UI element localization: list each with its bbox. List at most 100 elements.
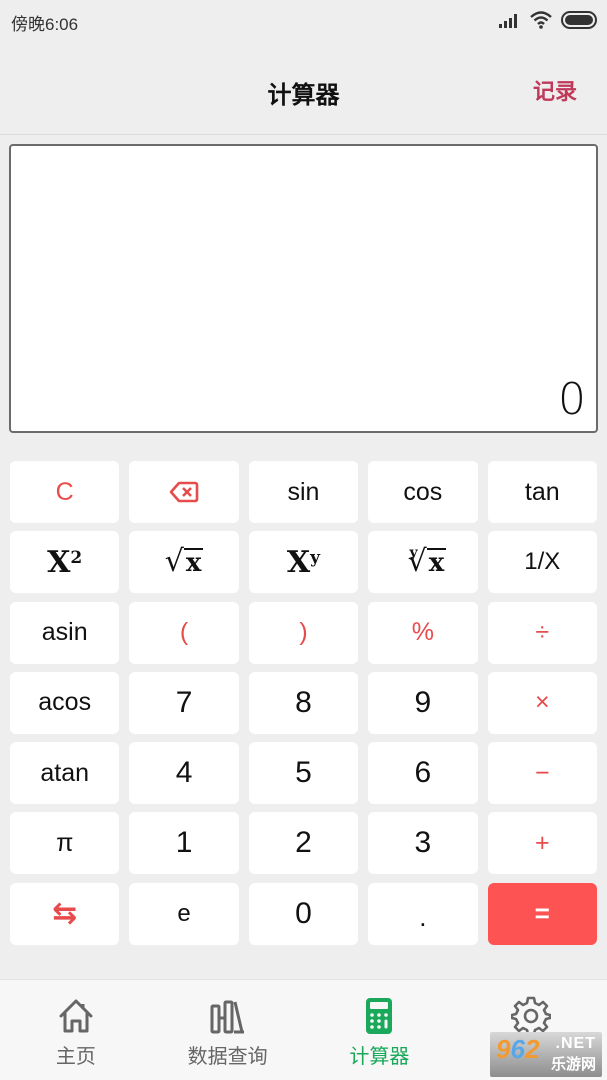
open-paren-key[interactable]: ( <box>129 601 239 664</box>
app-bar: 计算器 记录 <box>0 40 607 135</box>
key-label: cos <box>403 477 443 506</box>
square-key[interactable]: X2 <box>10 531 120 594</box>
nav-tab-home[interactable]: 主页 <box>0 980 152 1080</box>
add-key[interactable]: + <box>487 812 597 875</box>
nth-root-icon: y √ x <box>399 545 447 578</box>
tan-key[interactable]: tan <box>487 461 597 523</box>
key-label: − <box>534 758 550 787</box>
watermark-cn: 乐游网 <box>550 1056 596 1073</box>
nav-tab-calculator[interactable]: 计算器 <box>304 980 456 1080</box>
digit-3-key[interactable]: 3 <box>368 812 478 875</box>
key-label: 7 <box>175 685 193 719</box>
key-label: C <box>55 477 74 506</box>
keypad: Csin cos tan X 2 √ x Xy y √ x 1/X asin()% ÷ acos 7 8 9 × at… <box>10 461 597 945</box>
backspace-icon <box>169 481 199 503</box>
page-title: 计算器 <box>267 82 340 109</box>
key-label: 1/X <box>524 548 561 576</box>
percent-key[interactable]: % <box>368 601 478 664</box>
key-label: ( <box>179 618 189 647</box>
key-label: ÷ <box>535 618 550 647</box>
key-label: = <box>534 898 550 929</box>
status-time: 傍晚6:06 <box>11 15 79 34</box>
key-label: 4 <box>175 756 193 790</box>
key-label: e <box>177 899 191 927</box>
reciprocal-key[interactable]: 1/X <box>487 531 597 594</box>
root-index: y <box>409 545 418 562</box>
digit-8-key[interactable]: 8 <box>248 671 359 734</box>
key-label: asin <box>41 618 88 647</box>
multiply-key[interactable]: × <box>487 671 597 734</box>
digit-9-key[interactable]: 9 <box>368 671 478 734</box>
key-exponent: 2 <box>70 548 83 569</box>
key-label: × <box>534 688 550 717</box>
display-value: 0 <box>558 374 586 425</box>
digit-5-key[interactable]: 5 <box>248 742 359 805</box>
sqrt-key[interactable]: √ x <box>129 531 239 594</box>
key-label: + <box>534 828 550 857</box>
nav-tab-books[interactable]: 数据查询 <box>152 980 304 1080</box>
key-label: atan <box>40 758 90 787</box>
pi-key[interactable]: π <box>10 812 120 875</box>
radicand: x <box>183 548 204 578</box>
books-icon <box>208 996 248 1036</box>
digit-4-key[interactable]: 4 <box>129 742 239 805</box>
watermark: 962 .NET 乐游网 <box>490 1032 602 1077</box>
key-label: 2 <box>295 826 312 860</box>
digit-0-key[interactable]: 0 <box>248 882 359 945</box>
clear-key[interactable]: C <box>10 461 120 523</box>
status-bar: 傍晚6:06 <box>0 0 607 40</box>
key-label: 6 <box>414 756 432 790</box>
calculator-display: 0 <box>9 144 598 433</box>
signal-icon <box>499 14 517 28</box>
nav-label: 计算器 <box>349 1046 410 1068</box>
acos-key[interactable]: acos <box>10 671 120 734</box>
key-label: . <box>419 902 427 933</box>
watermark-net: .NET <box>555 1035 596 1052</box>
key-label: X <box>286 544 311 580</box>
wifi-icon <box>530 11 552 29</box>
decimal-key[interactable]: . <box>368 882 478 945</box>
nav-label: 数据查询 <box>187 1046 268 1068</box>
close-paren-key[interactable]: ) <box>248 601 359 664</box>
power-key[interactable]: Xy <box>248 531 359 594</box>
key-label: 9 <box>414 685 432 719</box>
subtract-key[interactable]: − <box>487 742 597 805</box>
digit-2-key[interactable]: 2 <box>248 812 359 875</box>
radicand: x <box>426 548 447 578</box>
sqrt-icon: √ x <box>165 547 204 577</box>
key-label: 3 <box>414 826 432 860</box>
watermark-digit: 2 <box>524 1034 540 1064</box>
sin-key[interactable]: sin <box>248 461 359 523</box>
swap-key[interactable]: ⇆ <box>10 882 120 945</box>
key-label: sin <box>287 477 320 506</box>
digit-7-key[interactable]: 7 <box>129 671 239 734</box>
watermark-number: 962 <box>496 1034 539 1065</box>
gear-icon <box>511 996 552 1036</box>
cos-key[interactable]: cos <box>368 461 478 523</box>
key-label: 1 <box>175 826 193 860</box>
watermark-digit: 9 <box>496 1034 511 1064</box>
divide-key[interactable]: ÷ <box>487 601 597 664</box>
key-exponent: y <box>310 548 321 569</box>
digit-1-key[interactable]: 1 <box>129 812 239 875</box>
euler-key[interactable]: e <box>129 882 239 945</box>
nav-label: 主页 <box>55 1046 96 1068</box>
equals-key[interactable]: = <box>487 882 597 945</box>
nth-root-key[interactable]: y √ x <box>368 531 478 594</box>
key-label: ) <box>299 618 308 647</box>
atan-key[interactable]: atan <box>10 742 120 805</box>
status-icons <box>499 9 597 31</box>
key-label: X <box>47 544 71 580</box>
watermark-digit: 6 <box>510 1034 525 1064</box>
home-icon <box>56 996 96 1036</box>
asin-key[interactable]: asin <box>10 601 120 664</box>
key-label: ⇆ <box>52 897 78 931</box>
backspace-key[interactable] <box>129 461 239 523</box>
history-button[interactable]: 记录 <box>533 74 577 106</box>
key-label: 8 <box>295 685 312 719</box>
key-label: 0 <box>295 896 312 930</box>
key-label: % <box>411 618 434 647</box>
digit-6-key[interactable]: 6 <box>368 742 478 805</box>
key-label: acos <box>38 688 92 717</box>
radical-sign: √ <box>164 544 184 580</box>
